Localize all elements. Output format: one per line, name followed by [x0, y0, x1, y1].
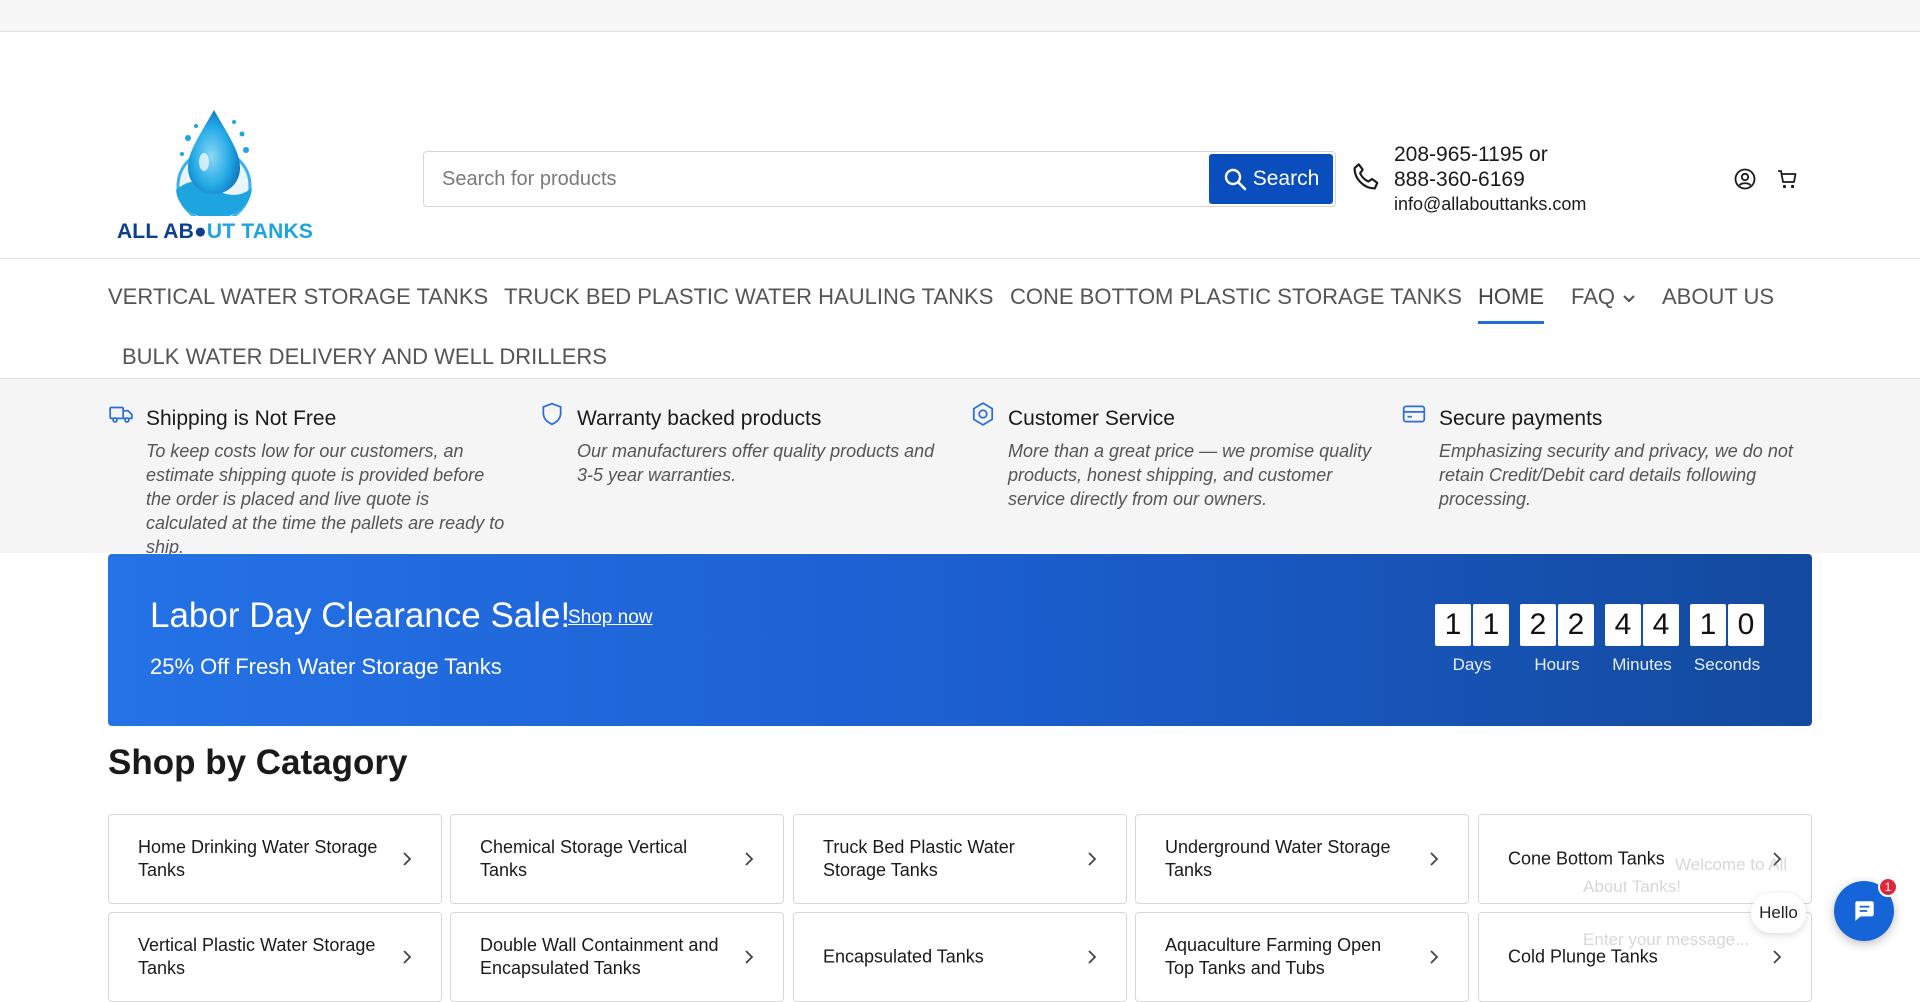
- site-header: ALL AB●UT TANKS Search 208-965-1195 or 8…: [0, 32, 1920, 259]
- countdown-digit: 2: [1520, 604, 1556, 646]
- chevron-right-icon: [1088, 852, 1097, 866]
- category-card[interactable]: Encapsulated Tanks: [793, 912, 1127, 1002]
- countdown-digit: 1: [1435, 604, 1471, 646]
- chevron-right-icon: [1088, 950, 1097, 964]
- sale-subtitle: 25% Off Fresh Water Storage Tanks: [150, 654, 502, 679]
- search-button[interactable]: Search: [1209, 154, 1333, 204]
- countdown-hours: 2 2 Hours: [1520, 604, 1594, 675]
- site-logo[interactable]: ALL AB●UT TANKS: [114, 104, 316, 252]
- feature-text: Emphasizing security and privacy, we do …: [1439, 441, 1793, 509]
- category-card[interactable]: Chemical Storage Vertical Tanks: [450, 814, 784, 904]
- nav-home[interactable]: HOME: [1478, 284, 1544, 324]
- phone-numbers-line2[interactable]: 888-360-6169: [1394, 167, 1634, 192]
- nav-faq[interactable]: FAQ: [1571, 284, 1637, 320]
- countdown-digit: 1: [1690, 604, 1726, 646]
- service-badge-icon: [972, 402, 994, 426]
- countdown-seconds: 1 0 Seconds: [1690, 604, 1764, 675]
- feature-title: Customer Service: [1008, 407, 1175, 430]
- shop-now-link[interactable]: Shop now: [568, 607, 653, 629]
- main-navigation: VERTICAL WATER STORAGE TANKS TRUCK BED P…: [0, 259, 1920, 379]
- chevron-right-icon: [745, 852, 754, 866]
- chevron-right-icon: [403, 950, 412, 964]
- cart-icon[interactable]: [1775, 167, 1799, 191]
- top-announcement-bar: [0, 0, 1920, 32]
- feature-text: Our manufacturers offer quality products…: [577, 441, 935, 485]
- category-label: Home Drinking Water Storage Tanks: [138, 837, 378, 880]
- credit-card-icon: [1402, 405, 1426, 423]
- sale-banner: Labor Day Clearance Sale! Shop now 25% O…: [108, 554, 1812, 726]
- category-label: Encapsulated Tanks: [823, 946, 984, 967]
- nav-faq-label: FAQ: [1571, 284, 1616, 309]
- chevron-right-icon: [1773, 950, 1782, 964]
- chat-ghost-welcome-line2: About Tanks!: [1583, 877, 1681, 896]
- search-bar: Search: [423, 151, 1336, 207]
- chevron-right-icon: [1430, 950, 1439, 964]
- category-label: Double Wall Containment and Encapsulated…: [480, 935, 719, 978]
- countdown-label: Days: [1452, 655, 1492, 674]
- search-icon: [1224, 168, 1247, 191]
- nav-vertical-water-storage-tanks[interactable]: VERTICAL WATER STORAGE TANKS: [108, 284, 488, 320]
- countdown-label: Seconds: [1693, 655, 1761, 674]
- category-label: Truck Bed Plastic Water Storage Tanks: [823, 837, 1015, 880]
- sale-title: Labor Day Clearance Sale!: [150, 596, 571, 635]
- chat-ghost-welcome-line1: Welcome to All: [1675, 855, 1788, 874]
- chat-notification-badge: 1: [1878, 877, 1898, 897]
- chat-icon: [1855, 901, 1874, 921]
- category-card[interactable]: Double Wall Containment and Encapsulated…: [450, 912, 784, 1002]
- category-card[interactable]: Aquaculture Farming Open Top Tanks and T…: [1135, 912, 1469, 1002]
- feature-title: Shipping is Not Free: [146, 407, 337, 430]
- nav-truck-bed-tanks[interactable]: TRUCK BED PLASTIC WATER HAULING TANKS: [504, 284, 993, 320]
- category-label: Vertical Plastic Water Storage Tanks: [138, 935, 376, 978]
- countdown-minutes: 4 4 Minutes: [1605, 604, 1679, 675]
- feature-title: Warranty backed products: [577, 407, 822, 430]
- countdown-digit: 1: [1473, 604, 1509, 646]
- category-label: Chemical Storage Vertical Tanks: [480, 837, 688, 880]
- shop-by-category-title: Shop by Catagory: [108, 743, 408, 782]
- account-icon[interactable]: [1733, 167, 1757, 191]
- chat-ghost-input-placeholder: Enter your message...: [1583, 930, 1750, 949]
- chevron-right-icon: [1430, 852, 1439, 866]
- countdown-timer: 1 1 Days 2 2 Hours 4 4 Minutes 1 0 Secon…: [1435, 604, 1764, 675]
- features-strip: Shipping is Not Free To keep costs low f…: [0, 379, 1920, 557]
- phone-icon: [1353, 163, 1379, 190]
- chevron-down-icon: [1623, 295, 1635, 303]
- countdown-digit: 0: [1728, 604, 1764, 646]
- countdown-label: Hours: [1534, 655, 1580, 674]
- feature-text: More than a great price — we promise qua…: [1008, 441, 1372, 509]
- category-label: Underground Water Storage Tanks: [1165, 837, 1391, 880]
- search-button-label: Search: [1252, 167, 1320, 190]
- category-card[interactable]: Vertical Plastic Water Storage Tanks: [108, 912, 442, 1002]
- countdown-days: 1 1 Days: [1435, 604, 1509, 675]
- water-drop-logo-icon: [176, 110, 252, 224]
- category-card[interactable]: Home Drinking Water Storage Tanks: [108, 814, 442, 904]
- category-card[interactable]: Underground Water Storage Tanks: [1135, 814, 1469, 904]
- search-input[interactable]: [424, 152, 1209, 206]
- category-label: Aquaculture Farming Open Top Tanks and T…: [1165, 935, 1382, 978]
- category-card[interactable]: Truck Bed Plastic Water Storage Tanks: [793, 814, 1127, 904]
- chat-greeting-bubble[interactable]: Hello: [1751, 893, 1806, 933]
- chevron-right-icon: [745, 950, 754, 964]
- truck-icon: [109, 406, 133, 423]
- countdown-digit: 2: [1558, 604, 1594, 646]
- email-link[interactable]: info@allabouttanks.com: [1394, 192, 1634, 216]
- header-icons: [1733, 167, 1799, 191]
- chevron-right-icon: [403, 852, 412, 866]
- phone-numbers-line1[interactable]: 208-965-1195 or: [1394, 142, 1634, 167]
- countdown-digit: 4: [1643, 604, 1679, 646]
- countdown-digit: 4: [1605, 604, 1641, 646]
- feature-text: To keep costs low for our customers, an …: [146, 441, 505, 557]
- logo-text: ALL AB●UT TANKS: [116, 220, 314, 243]
- nav-about-us[interactable]: ABOUT US: [1662, 284, 1774, 320]
- countdown-label: Minutes: [1612, 655, 1672, 674]
- feature-title: Secure payments: [1439, 407, 1603, 430]
- nav-bulk-water-delivery[interactable]: BULK WATER DELIVERY AND WELL DRILLERS: [122, 344, 607, 380]
- nav-cone-bottom-tanks[interactable]: CONE BOTTOM PLASTIC STORAGE TANKS: [1010, 284, 1462, 320]
- shield-icon: [542, 402, 562, 426]
